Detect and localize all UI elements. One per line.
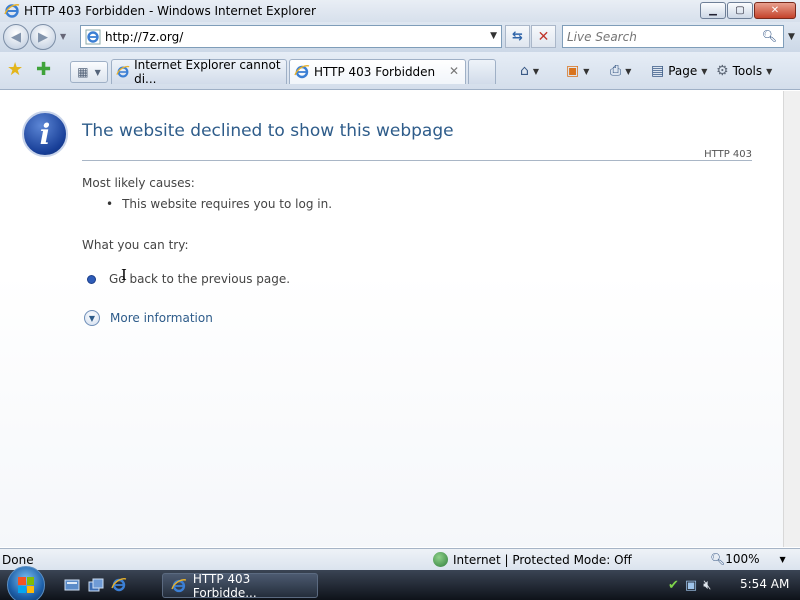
page-menu[interactable]: ▤ Page ▼ [651, 63, 707, 79]
go-back-link[interactable]: Go back to the previous page. [87, 272, 290, 286]
ie-quick-launch-icon[interactable] [111, 577, 127, 593]
expand-chevron-icon[interactable]: ▼ [84, 310, 100, 326]
show-desktop-icon[interactable] [64, 577, 80, 593]
tab-label: Internet Explorer cannot di... [134, 58, 281, 86]
ie-icon [171, 578, 187, 592]
tab-list-dropdown-icon[interactable]: ▼ [95, 68, 101, 77]
back-icon: ◀ [11, 29, 21, 45]
maximize-button[interactable]: ▢ [727, 2, 753, 19]
close-button[interactable]: ✕ [754, 2, 796, 19]
security-zone[interactable]: Internet | Protected Mode: Off [433, 552, 632, 567]
search-box[interactable]: 🔍︎ [562, 25, 784, 48]
tab-http-403[interactable]: HTTP 403 Forbidden ✕ [289, 59, 466, 84]
http-status-code: HTTP 403 [704, 149, 752, 160]
status-bar: Done Internet | Protected Mode: Off 🔍︎ 1… [0, 548, 800, 570]
ie-icon [4, 4, 20, 18]
title-bar: HTTP 403 Forbidden - Windows Internet Ex… [0, 0, 800, 22]
try-title: What you can try: [82, 238, 189, 252]
zone-text: Internet | Protected Mode: Off [453, 552, 632, 567]
ie-icon [116, 65, 130, 78]
print-icon: ⎙ [610, 63, 622, 79]
print-button[interactable]: ⎙ ▼ [610, 63, 631, 79]
taskbar-window-label: HTTP 403 Forbidde... [192, 571, 257, 600]
back-button[interactable]: ◀ [3, 24, 29, 50]
home-icon: ⌂ [520, 63, 529, 79]
page-menu-label: Page [668, 64, 698, 78]
search-options-dropdown[interactable]: ▼ [788, 32, 795, 42]
clock[interactable]: 5:54 AM [740, 577, 789, 591]
search-input[interactable] [563, 29, 753, 44]
volume-muted-icon[interactable]: 🔇︎ [703, 578, 711, 593]
feeds-button[interactable]: ▣ ▼ [566, 63, 589, 79]
forward-icon: ▶ [38, 29, 48, 45]
system-tray: ✔ ▣ 🔇︎ [668, 578, 711, 593]
add-favorites-icon[interactable]: ✚ [36, 61, 51, 79]
bullet: • [106, 197, 114, 211]
globe-icon [433, 552, 448, 567]
stop-button[interactable]: ✕ [531, 25, 556, 48]
address-url[interactable]: http://7z.org/ [105, 30, 183, 44]
tools-menu[interactable]: ⚙ Tools ▼ [716, 63, 772, 79]
feeds-icon: ▣ [566, 63, 580, 79]
cause-list-item: • This website requires you to log in. [106, 197, 332, 211]
refresh-button[interactable]: ⇆ [505, 25, 530, 48]
info-icon: i [22, 111, 68, 157]
quick-tabs-button[interactable]: ▦ ▼ [70, 61, 108, 83]
zoom-control[interactable]: 🔍︎ 100% ▼ [710, 552, 786, 566]
forward-button[interactable]: ▶ [30, 24, 56, 50]
refresh-icon: ⇆ [512, 29, 523, 44]
ie-page-icon [85, 29, 101, 44]
favorites-star-icon[interactable]: ★ [7, 61, 23, 79]
close-tab-icon[interactable]: ✕ [449, 64, 459, 78]
more-information-text[interactable]: More information [110, 311, 213, 325]
network-tray-icon[interactable]: ▣ [685, 578, 697, 593]
address-dropdown-icon[interactable]: ▼ [490, 31, 497, 41]
more-information-link[interactable]: ▼ More information [84, 310, 213, 326]
tab-label: HTTP 403 Forbidden [314, 65, 436, 79]
vertical-scrollbar[interactable] [783, 91, 800, 547]
taskbar-window-button[interactable]: HTTP 403 Forbidde... [162, 571, 318, 600]
tab-ie-cannot-display[interactable]: Internet Explorer cannot di... [111, 58, 287, 86]
quick-tabs-icon: ▦ [77, 65, 89, 79]
recent-pages-dropdown[interactable]: ▼ [60, 32, 66, 41]
windows-start-icon [18, 577, 34, 593]
cause-text: This website requires you to log in. [122, 197, 333, 211]
new-tab-button[interactable] [468, 59, 496, 84]
window-title: HTTP 403 Forbidden - Windows Internet Ex… [24, 4, 316, 18]
home-button[interactable]: ⌂ ▼ [520, 63, 539, 79]
ie-icon [294, 65, 310, 79]
go-back-text[interactable]: Go back to the previous page. [109, 272, 290, 286]
error-heading: The website declined to show this webpag… [82, 121, 454, 141]
tab-bar: ★ ✚ ▦ ▼ Internet Explorer cannot di... H… [0, 52, 800, 90]
switch-windows-icon[interactable] [88, 577, 104, 593]
zoom-level: 100% [725, 552, 760, 566]
search-icon[interactable]: 🔍︎ [762, 29, 777, 43]
page-icon: ▤ [651, 63, 665, 79]
start-button[interactable] [7, 566, 45, 600]
tools-menu-label: Tools [732, 64, 763, 78]
window-controls: ▁ ▢ ✕ [700, 2, 796, 19]
zoom-dropdown-icon[interactable]: ▼ [780, 555, 786, 564]
status-text: Done [2, 553, 34, 567]
heading-divider [82, 160, 752, 161]
address-toolbar: ◀ ▶ ▼ http://7z.org/ ▼ ⇆ ✕ 🔍︎ ▼ [0, 22, 800, 52]
tools-gear-icon: ⚙ [716, 63, 729, 79]
text-cursor-icon: I [121, 266, 127, 284]
taskbar: HTTP 403 Forbidde... ✔ ▣ 🔇︎ 5:54 AM [0, 566, 800, 600]
minimize-button[interactable]: ▁ [700, 2, 726, 19]
address-bar[interactable]: http://7z.org/ ▼ [80, 25, 502, 48]
causes-title: Most likely causes: [82, 176, 195, 190]
stop-icon: ✕ [537, 28, 550, 45]
bullet-icon [87, 274, 96, 284]
zoom-icon: 🔍︎ [710, 552, 726, 566]
security-tray-icon[interactable]: ✔ [668, 578, 679, 593]
